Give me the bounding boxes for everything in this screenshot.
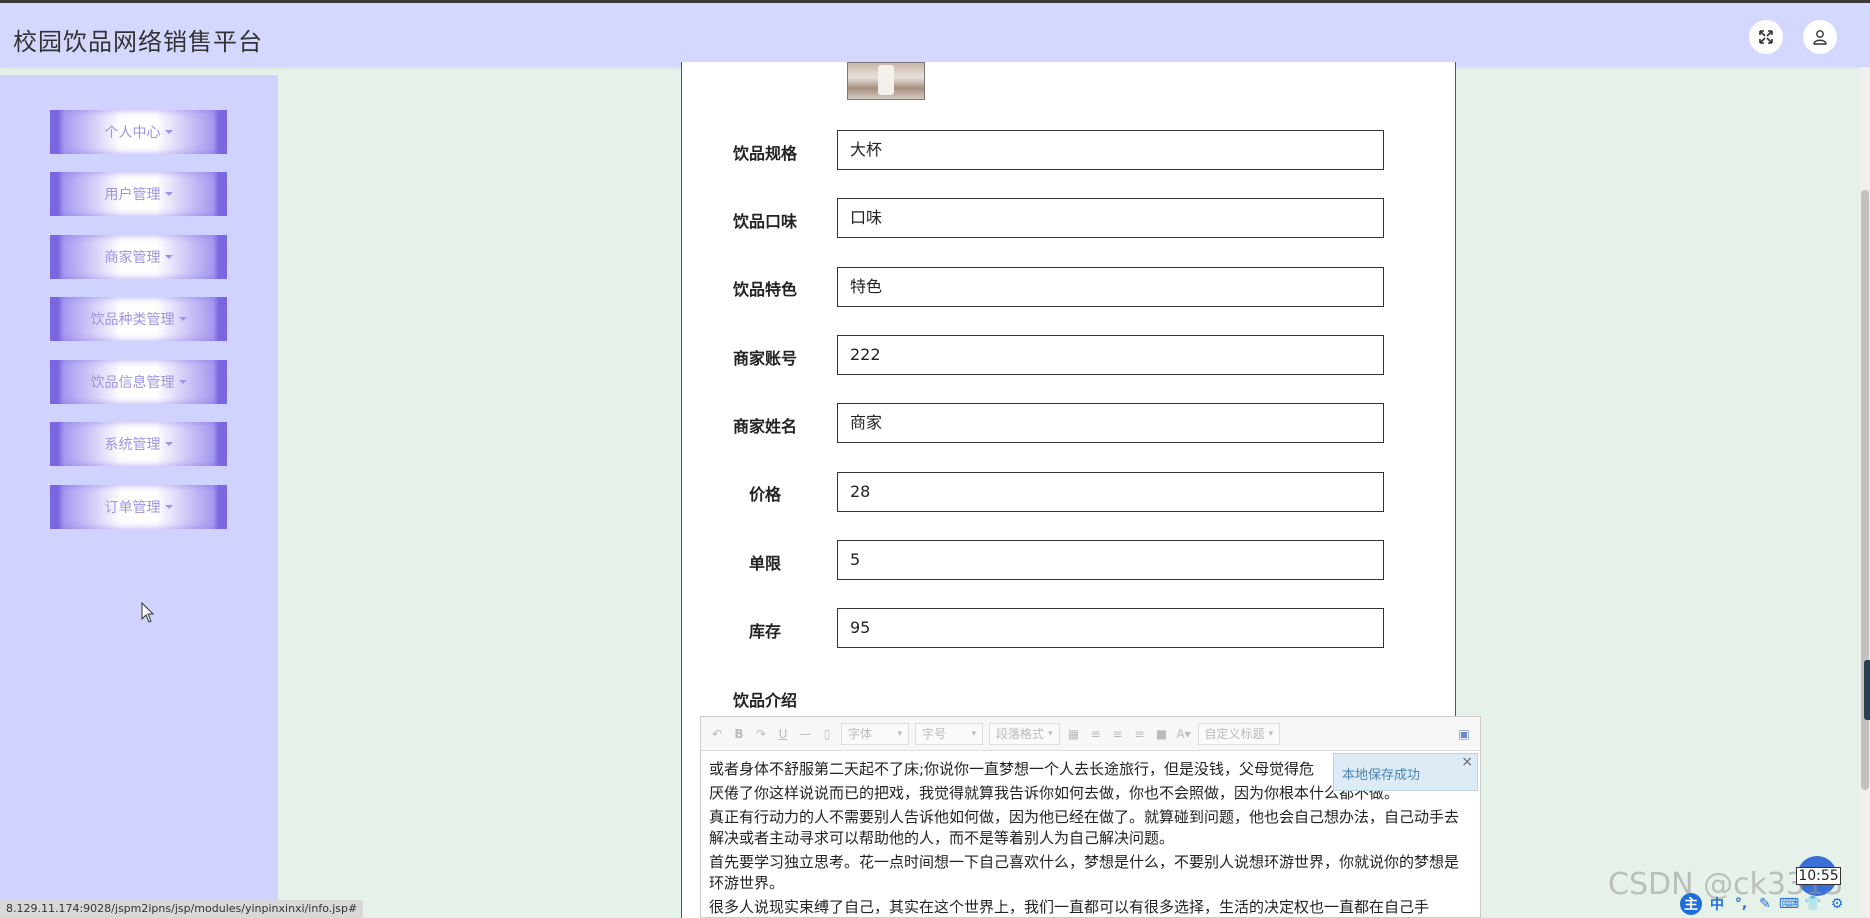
align-right-icon[interactable]: ≡ (1132, 724, 1148, 744)
caret-down-icon (178, 380, 187, 384)
sidebar-item-label: 饮品种类管理 (90, 312, 175, 328)
ime-keyboard-icon[interactable]: ⌨ (1779, 895, 1799, 913)
editor-paragraph: 很多人说现实束缚了自己，其实在这个世界上，我们一直都可以有很多选择，生活的决定权… (709, 898, 1430, 916)
custom-title-select[interactable]: 自定义标题 (1197, 722, 1281, 745)
user-button[interactable] (1803, 20, 1837, 54)
editor-toolbar: ↶ B ↷ U — ▯ 字体 字号 段落格式 ▦ ≡ ≡ ≡ ■ A▾ 自定义标… (701, 717, 1480, 751)
top-header: 校园饮品网络销售平台 (0, 0, 1870, 67)
sidebar-item-label: 饮品信息管理 (90, 375, 175, 391)
source-code-icon[interactable]: ▣ (1456, 724, 1472, 744)
feature-field[interactable]: 特色 (837, 267, 1384, 307)
merchant-name-field[interactable]: 商家 (837, 403, 1384, 443)
rich-text-editor[interactable]: ↶ B ↷ U — ▯ 字体 字号 段落格式 ▦ ≡ ≡ ≡ ■ A▾ 自定义标… (700, 716, 1481, 918)
mouse-cursor-icon (141, 602, 155, 623)
sidebar-item-label: 商家管理 (104, 250, 161, 266)
sidebar-item-personal-center[interactable]: 个人中心 (50, 110, 227, 154)
ime-settings-icon[interactable]: ⚙ (1828, 895, 1846, 913)
ime-chinese-mode-icon[interactable]: 中 (1708, 895, 1726, 913)
caret-down-icon (178, 317, 187, 321)
field-label-limit: 单限 (749, 554, 782, 573)
sidebar-item-label: 订单管理 (104, 500, 161, 516)
sidebar-item-drink-category-management[interactable]: 饮品种类管理 (50, 297, 227, 341)
close-icon[interactable]: × (1461, 754, 1473, 770)
paste-icon[interactable]: ▯ (819, 724, 835, 744)
field-label-spec: 饮品规格 (733, 144, 798, 163)
ime-toolbar: 主 中 °, ✎ ⌨ 👕 ⚙ (1680, 893, 1846, 915)
ime-handwrite-icon[interactable]: ✎ (1756, 895, 1774, 913)
sidebar-item-label: 用户管理 (104, 187, 161, 203)
field-label-merchant-name: 商家姓名 (733, 417, 798, 436)
expand-arrows-icon (1759, 30, 1773, 44)
field-label-intro: 饮品介绍 (733, 691, 798, 710)
editor-paragraph: 真正有行动力的人不需要别人告诉他如何做，因为他已经在做了。就算碰到问题，他也会自… (709, 808, 1460, 847)
sidebar-item-merchant-management[interactable]: 商家管理 (50, 235, 227, 279)
spec-field[interactable]: 大杯 (837, 130, 1384, 170)
merchant-account-field[interactable]: 222 (837, 335, 1384, 375)
ime-main-icon[interactable]: 主 (1680, 893, 1702, 915)
limit-field[interactable]: 5 (837, 540, 1384, 580)
font-color-icon[interactable]: A▾ (1176, 724, 1192, 744)
align-left-icon[interactable]: ≡ (1088, 724, 1104, 744)
browser-status-url: 8.129.11.174:9028/jspm2ipns/jsp/modules/… (0, 900, 364, 918)
drink-image-thumbnail[interactable] (847, 62, 925, 100)
caret-down-icon (164, 255, 173, 259)
clock: 10:55 (1796, 867, 1841, 885)
editor-paragraph: 首先要学习独立思考。花一点时间想一下自己喜欢什么，梦想是什么，不要别人说想环游世… (709, 853, 1460, 892)
flavor-field[interactable]: 口味 (837, 198, 1384, 238)
redo-icon[interactable]: ↷ (753, 724, 769, 744)
price-field[interactable]: 28 (837, 472, 1384, 512)
horizontal-rule-icon[interactable]: — (797, 724, 813, 744)
sidebar-item-order-management[interactable]: 订单管理 (50, 485, 227, 529)
ime-punctuation-icon[interactable]: °, (1732, 895, 1750, 913)
align-center-icon[interactable]: ≡ (1110, 724, 1126, 744)
justify-icon[interactable]: ■ (1154, 724, 1170, 744)
caret-down-icon (164, 192, 173, 196)
bold-icon[interactable]: B (731, 724, 747, 744)
side-handle[interactable] (1864, 660, 1870, 720)
field-label-feature: 饮品特色 (733, 280, 798, 299)
caret-down-icon (164, 505, 173, 509)
user-icon (1813, 30, 1827, 45)
table-icon[interactable]: ▦ (1066, 724, 1082, 744)
undo-icon[interactable]: ↶ (709, 724, 725, 744)
caret-down-icon (164, 442, 173, 446)
toast-message: 本地保存成功 (1342, 768, 1421, 783)
caret-down-icon (164, 130, 173, 134)
font-family-select[interactable]: 字体 (841, 722, 909, 745)
font-size-select[interactable]: 字号 (915, 722, 983, 745)
save-success-toast: 本地保存成功 × (1333, 753, 1478, 791)
ime-skin-icon[interactable]: 👕 (1804, 895, 1822, 913)
app-title: 校园饮品网络销售平台 (13, 28, 263, 56)
sidebar-item-label: 系统管理 (104, 437, 161, 453)
stock-field[interactable]: 95 (837, 608, 1384, 648)
field-label-merchant-account: 商家账号 (733, 349, 798, 368)
underline-icon[interactable]: U (775, 724, 791, 744)
fullscreen-button[interactable] (1749, 20, 1783, 54)
field-label-flavor: 饮品口味 (733, 212, 798, 231)
paragraph-format-select[interactable]: 段落格式 (989, 722, 1060, 745)
field-label-price: 价格 (749, 485, 782, 504)
field-label-stock: 库存 (749, 622, 782, 641)
sidebar-item-drink-info-management[interactable]: 饮品信息管理 (50, 360, 227, 404)
sidebar-item-label: 个人中心 (104, 125, 161, 141)
sidebar-item-user-management[interactable]: 用户管理 (50, 172, 227, 216)
sidebar-item-system-management[interactable]: 系统管理 (50, 422, 227, 466)
